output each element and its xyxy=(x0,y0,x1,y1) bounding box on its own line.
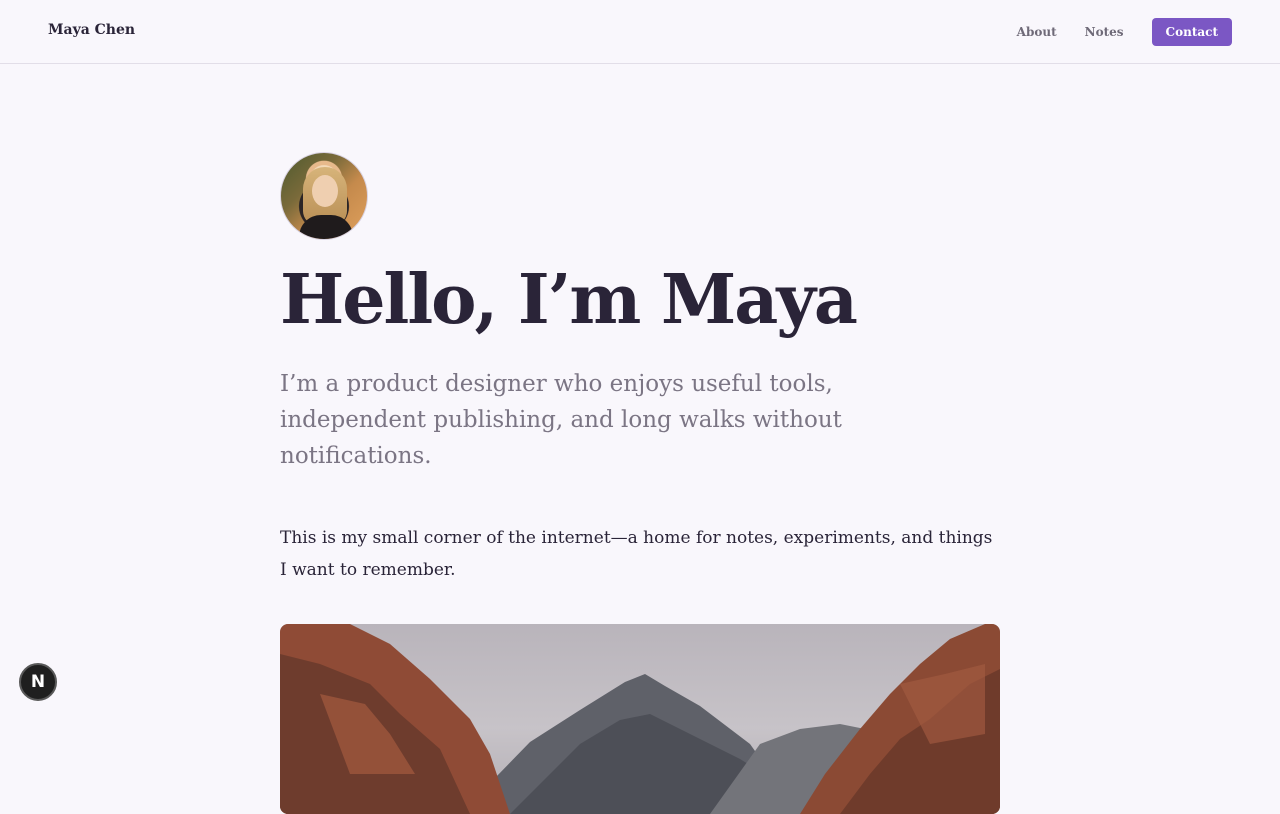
avatar-face xyxy=(312,175,338,207)
main-nav: About Notes Contact xyxy=(1017,16,1232,47)
intro-lead: I’m a product designer who enjoys useful… xyxy=(280,371,842,469)
contact-button[interactable]: Contact xyxy=(1151,17,1232,46)
landscape-illustration xyxy=(280,624,1000,814)
main-content: Hello, I’m Maya I’m a product designer w… xyxy=(280,152,1000,814)
avatar xyxy=(280,152,368,240)
avatar-shirt xyxy=(299,215,353,239)
site-header: Maya Chen About Notes Contact xyxy=(0,0,1280,64)
nav-link-notes[interactable]: Notes xyxy=(1085,25,1124,39)
hero-image xyxy=(280,624,1000,814)
nav-link-about[interactable]: About xyxy=(1017,25,1057,39)
nextjs-icon[interactable]: N xyxy=(19,663,57,701)
intro-body: This is my small corner of the internet—… xyxy=(280,528,993,580)
page-title: Hello, I’m Maya xyxy=(280,260,858,340)
brand-name[interactable]: Maya Chen xyxy=(48,22,135,38)
